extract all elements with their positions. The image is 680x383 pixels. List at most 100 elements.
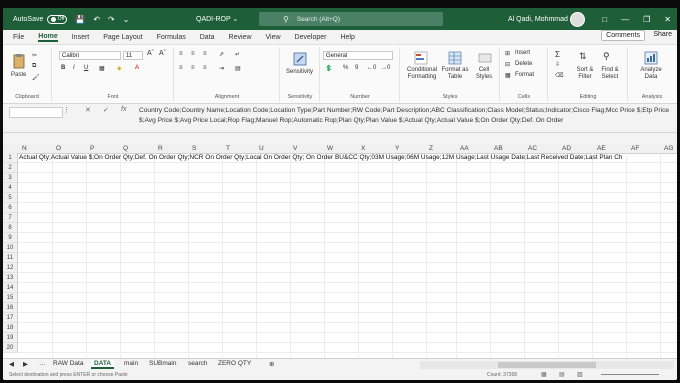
row-header[interactable]: 16: [3, 303, 18, 313]
column-header[interactable]: AA: [460, 145, 469, 152]
row-header[interactable]: 8: [3, 223, 18, 233]
number-format-select[interactable]: General: [323, 51, 393, 60]
fill-icon[interactable]: ⇩: [555, 61, 560, 68]
row-header[interactable]: 4: [3, 183, 18, 193]
row-header[interactable]: 3: [3, 173, 18, 183]
conditional-formatting-icon[interactable]: [413, 50, 429, 66]
tab-developer[interactable]: Developer: [295, 34, 327, 41]
autosave-control[interactable]: AutoSave Off: [13, 14, 68, 24]
table-row[interactable]: [18, 273, 677, 283]
column-header[interactable]: S: [192, 145, 196, 152]
comma-icon[interactable]: 9: [355, 65, 358, 71]
align-center-icon[interactable]: ≡: [191, 65, 195, 71]
decrease-decimal-icon[interactable]: →0: [381, 65, 390, 71]
table-row[interactable]: [18, 283, 677, 293]
table-row[interactable]: [18, 293, 677, 303]
row-header[interactable]: 13: [3, 273, 18, 283]
autosave-toggle[interactable]: Off: [47, 14, 68, 24]
ribbon-display-icon[interactable]: □: [602, 15, 607, 24]
table-row[interactable]: [18, 323, 677, 333]
document-title[interactable]: QADI-ROP ⌄: [196, 15, 238, 23]
table-row[interactable]: [18, 223, 677, 233]
tab-data[interactable]: Data: [200, 34, 215, 41]
column-header[interactable]: R: [158, 145, 163, 152]
table-row[interactable]: [18, 183, 677, 193]
column-header[interactable]: X: [361, 145, 365, 152]
column-header[interactable]: AF: [631, 145, 639, 152]
font-size-select[interactable]: 11: [123, 51, 143, 60]
sheet-tab-zero-qty[interactable]: ZERO QTY: [218, 360, 251, 367]
column-header[interactable]: O: [56, 145, 61, 152]
format-cells-icon[interactable]: ▦: [505, 72, 511, 79]
cell-styles-button[interactable]: Cell Styles: [473, 67, 495, 81]
sheet-tab-data[interactable]: DATA: [91, 360, 115, 369]
increase-decimal-icon[interactable]: ←0: [367, 65, 376, 71]
row-header[interactable]: 2: [3, 163, 18, 173]
table-row[interactable]: [18, 243, 677, 253]
row-header[interactable]: 20: [3, 343, 18, 353]
share-button[interactable]: Share: [650, 30, 675, 39]
column-header[interactable]: AG: [664, 145, 673, 152]
name-box[interactable]: [9, 107, 63, 118]
formula-input[interactable]: Country Code;Country Name;Location Code;…: [139, 106, 673, 130]
column-header[interactable]: T: [226, 145, 230, 152]
tab-help[interactable]: Help: [340, 34, 354, 41]
sensitivity-icon[interactable]: [292, 51, 308, 67]
sheet-more-icon[interactable]: …: [39, 360, 46, 367]
tab-page-layout[interactable]: Page Layout: [103, 34, 142, 41]
align-bottom-icon[interactable]: ≡: [203, 51, 207, 57]
underline-icon[interactable]: U: [84, 65, 88, 71]
tab-review[interactable]: Review: [229, 34, 252, 41]
row-header[interactable]: 6: [3, 203, 18, 213]
tab-home[interactable]: Home: [38, 33, 58, 42]
analyze-data-icon[interactable]: [643, 50, 659, 66]
font-name-select[interactable]: Calibri: [59, 51, 121, 60]
enter-icon[interactable]: ✓: [103, 106, 109, 114]
format-painter-icon[interactable]: 🖌: [32, 74, 40, 81]
merge-center-icon[interactable]: ▤: [235, 65, 241, 72]
table-row[interactable]: [18, 193, 677, 203]
search-input[interactable]: ⚲ Search (Alt+Q): [259, 12, 443, 26]
row-header[interactable]: 9: [3, 233, 18, 243]
insert-cells-button[interactable]: Insert: [515, 50, 530, 56]
row-header[interactable]: 19: [3, 333, 18, 343]
copy-icon[interactable]: ⧉: [32, 63, 36, 70]
sheet-tab-main[interactable]: main: [124, 360, 138, 367]
row-header[interactable]: 1: [3, 153, 18, 163]
increase-font-icon[interactable]: Aˆ: [147, 50, 154, 57]
autosum-icon[interactable]: Σ: [555, 50, 560, 59]
analyze-data-button[interactable]: Analyze Data: [635, 67, 667, 81]
column-header[interactable]: AE: [597, 145, 606, 152]
align-middle-icon[interactable]: ≡: [191, 51, 195, 57]
insert-cells-icon[interactable]: ⊞: [505, 50, 510, 57]
row-header[interactable]: 10: [3, 243, 18, 253]
decrease-font-icon[interactable]: Aˇ: [159, 50, 166, 57]
user-name[interactable]: Al Qadi, Mohmmad: [508, 16, 568, 23]
sensitivity-button[interactable]: Sensitivity: [286, 69, 313, 75]
sheet-tab-search[interactable]: search: [188, 360, 208, 367]
borders-icon[interactable]: ▦: [99, 65, 105, 72]
indent-icon[interactable]: ⇥: [219, 65, 224, 72]
sort-filter-icon[interactable]: ⇅: [579, 51, 587, 62]
name-box-dropdown-icon[interactable]: ⋮: [63, 106, 70, 114]
column-header[interactable]: U: [259, 145, 264, 152]
table-row[interactable]: [18, 233, 677, 243]
orientation-icon[interactable]: ⇗: [219, 51, 224, 58]
format-cells-button[interactable]: Format: [515, 72, 534, 78]
sheet-tab-raw-data[interactable]: RAW Data: [53, 360, 83, 367]
percent-icon[interactable]: %: [343, 65, 348, 71]
font-color-icon[interactable]: A: [135, 65, 139, 71]
paste-icon[interactable]: [11, 53, 27, 69]
sort-filter-button[interactable]: Sort & Filter: [575, 67, 595, 81]
column-header[interactable]: Z: [429, 145, 433, 152]
minimize-icon[interactable]: —: [621, 15, 629, 24]
table-row[interactable]: [18, 303, 677, 313]
table-row[interactable]: [18, 253, 677, 263]
column-header[interactable]: N: [22, 145, 27, 152]
column-header[interactable]: Y: [395, 145, 399, 152]
comments-button[interactable]: Comments: [601, 30, 645, 41]
bold-icon[interactable]: B: [61, 65, 65, 71]
row-header[interactable]: 14: [3, 283, 18, 293]
close-icon[interactable]: ✕: [664, 15, 671, 24]
column-header[interactable]: AC: [528, 145, 537, 152]
